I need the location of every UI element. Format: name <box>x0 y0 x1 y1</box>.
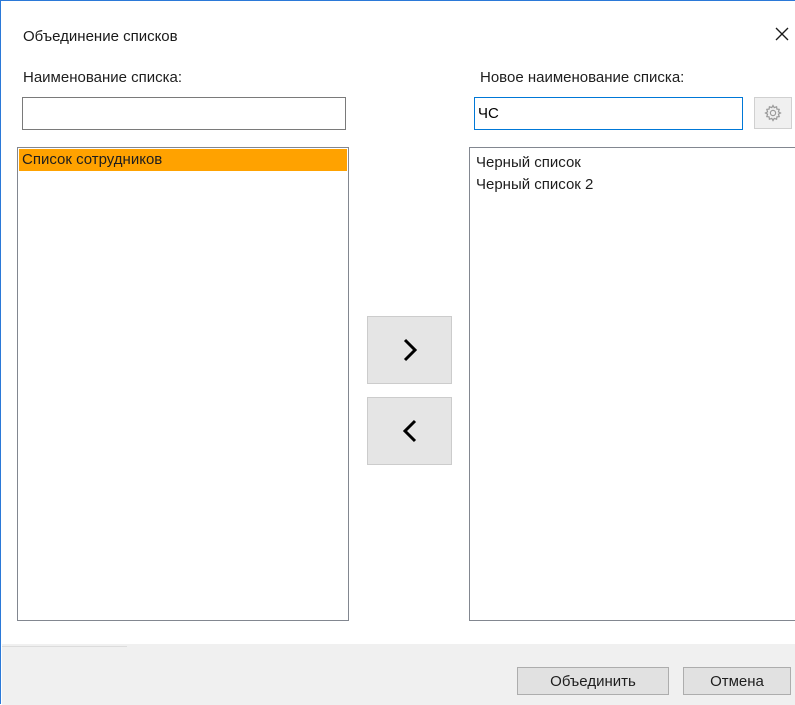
dialog-title: Объединение списков <box>23 28 178 45</box>
source-list[interactable]: Список сотрудников <box>17 147 349 621</box>
close-button[interactable] <box>769 21 795 47</box>
chevron-left-icon <box>402 419 416 443</box>
target-list-item-0[interactable]: Черный список <box>470 152 795 174</box>
list-name-input[interactable] <box>22 97 346 130</box>
move-right-button[interactable] <box>367 316 452 384</box>
cancel-button[interactable]: Отмена <box>683 667 791 695</box>
new-list-name-input[interactable] <box>474 97 743 130</box>
source-list-item-0[interactable]: Список сотрудников <box>19 149 347 171</box>
list-name-label: Наименование списка: <box>23 69 183 86</box>
target-list[interactable]: Черный список Черный список 2 <box>469 147 795 621</box>
close-icon <box>775 27 789 41</box>
gear-icon <box>764 104 782 122</box>
chevron-right-icon <box>403 338 417 362</box>
new-list-name-label: Новое наименование списка: <box>480 69 685 86</box>
move-left-button[interactable] <box>367 397 452 465</box>
merge-lists-dialog: Объединение списков Наименование списка:… <box>0 0 795 705</box>
merge-button[interactable]: Объединить <box>517 667 669 695</box>
target-list-item-1[interactable]: Черный список 2 <box>470 174 795 196</box>
footer-divider <box>2 646 127 647</box>
settings-button[interactable] <box>754 97 792 129</box>
dialog-footer <box>2 644 795 705</box>
